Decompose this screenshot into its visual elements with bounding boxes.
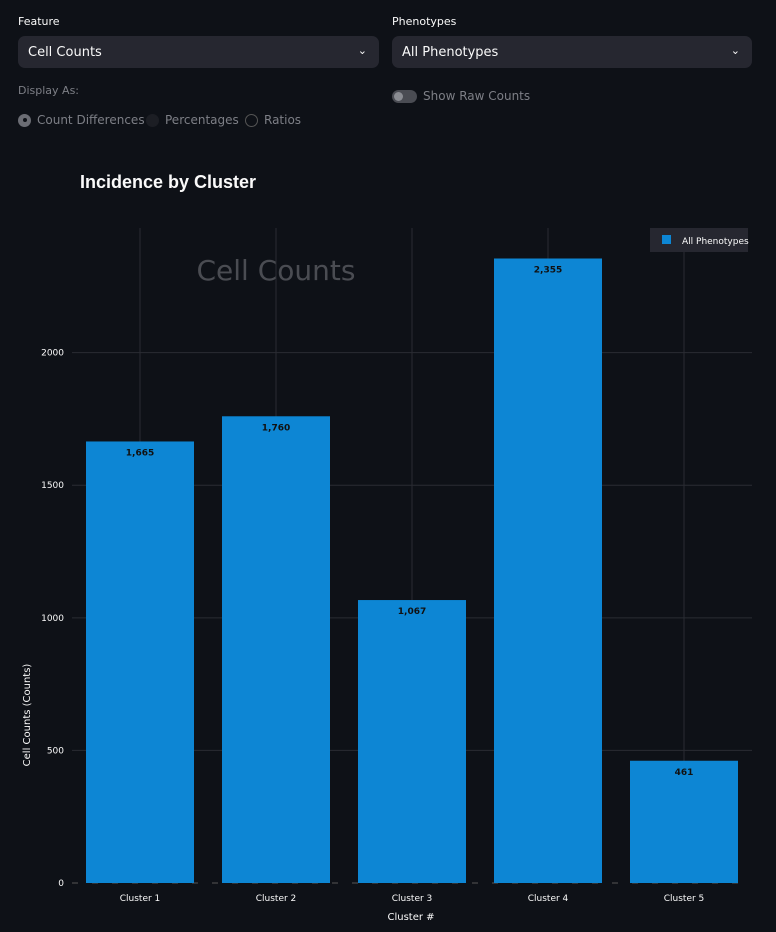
bar-data-label: 461 — [675, 768, 694, 778]
radio-label: Percentages — [165, 113, 239, 127]
x-tick-label: Cluster 5 — [664, 894, 705, 904]
raw-counts-label: Show Raw Counts — [423, 89, 531, 103]
y-tick-label: 1000 — [41, 614, 64, 624]
radio-percentages[interactable]: Percentages — [146, 113, 239, 127]
bar-data-label: 1,067 — [398, 607, 426, 617]
feature-label: Feature — [18, 15, 60, 28]
display-as-label: Display As: — [18, 84, 80, 97]
bar-data-label: 1,760 — [262, 423, 290, 433]
x-axis-title: Cluster # — [387, 912, 434, 923]
radio-icon — [245, 113, 258, 127]
x-tick-label: Cluster 2 — [256, 894, 297, 904]
legend-label: All Phenotypes — [682, 237, 749, 247]
radio-label: Count Differences — [37, 113, 145, 127]
x-tick-label: Cluster 1 — [120, 894, 161, 904]
y-axis-title: Cell Counts (Counts) — [22, 664, 33, 767]
phenotypes-label: Phenotypes — [392, 15, 457, 28]
radio-label: Ratios — [264, 113, 302, 127]
radio-selected-icon — [18, 113, 31, 127]
radio-ratios[interactable]: Ratios — [245, 113, 301, 127]
x-tick-label: Cluster 4 — [528, 894, 569, 904]
feature-select[interactable]: Cell Counts ⌄ — [18, 36, 379, 68]
bar-chart: Incidence by Cluster Cell Counts 0500100… — [22, 172, 752, 923]
y-tick-label: 500 — [47, 746, 64, 756]
chevron-down-icon: ⌄ — [730, 44, 740, 57]
bar-data-label: 2,355 — [534, 265, 562, 275]
legend[interactable]: All Phenotypes — [650, 228, 749, 252]
bar — [630, 760, 738, 883]
chevron-down-icon: ⌄ — [357, 44, 367, 57]
bar-data-label: 1,665 — [126, 448, 154, 458]
bar — [358, 600, 466, 883]
bar — [494, 258, 602, 883]
radio-count-differences[interactable]: Count Differences — [18, 113, 145, 127]
radio-icon — [146, 113, 159, 127]
y-tick-label: 2000 — [41, 349, 64, 359]
phenotypes-select[interactable]: All Phenotypes ⌄ — [392, 36, 752, 68]
chart-title: Incidence by Cluster — [80, 172, 256, 192]
feature-value: Cell Counts — [28, 45, 102, 60]
x-tick-label: Cluster 3 — [392, 894, 433, 904]
phenotypes-value: All Phenotypes — [402, 45, 499, 60]
y-tick-label: 1500 — [41, 481, 64, 491]
raw-counts-toggle[interactable] — [392, 90, 417, 103]
legend-swatch — [662, 235, 671, 244]
bar — [86, 441, 194, 883]
y-tick-label: 0 — [58, 879, 64, 889]
bar — [222, 416, 330, 883]
